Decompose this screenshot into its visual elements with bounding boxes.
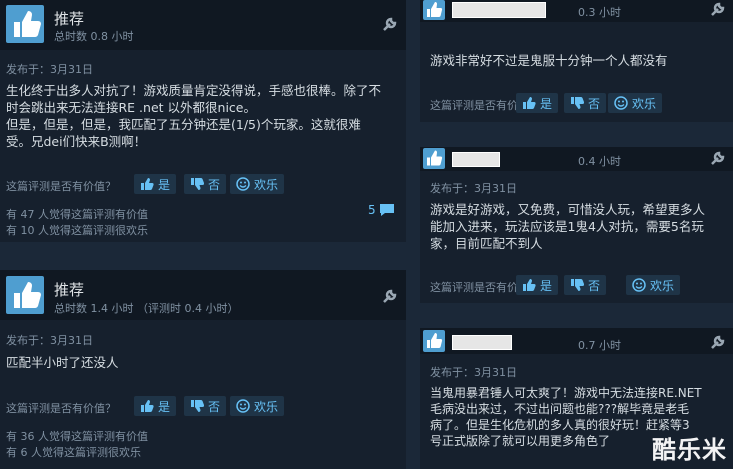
- vote-yes-button[interactable]: 是: [516, 93, 559, 113]
- thumbs-up-icon: [423, 330, 445, 352]
- vote-funny-button[interactable]: 欢乐: [230, 396, 285, 416]
- comment-icon: [379, 204, 394, 216]
- helpful-question: 这篇评测是否有价值？: [6, 180, 116, 193]
- side-review-card-1: 0.3 小时 游戏非常好不过是鬼服十分钟一个人都没有 这篇评测是否有价值？ 是 …: [420, 0, 733, 122]
- review-card-1: 推荐 总时数 0.8 小时 发布于：3月31日 生化终于出多人对抗了！游戏质量肯…: [0, 0, 406, 242]
- posted-date: 发布于：3月31日: [6, 334, 93, 347]
- playtime-hours: 0.7 小时: [578, 339, 621, 352]
- thumbs-down-icon: [191, 178, 204, 190]
- side-review-card-2: 0.4 小时 发布于：3月31日 游戏是好游戏，又免费，可惜没人玩，希望更多人 …: [420, 147, 733, 303]
- thumbs-down-icon: [191, 400, 204, 412]
- thumbs-up-icon: [141, 400, 154, 412]
- thumbs-down-icon: [571, 97, 584, 109]
- posted-date: 发布于：3月31日: [430, 182, 517, 195]
- playtime-hours: 0.4 小时: [578, 155, 621, 168]
- playtime-hours: 总时数 0.8 小时: [54, 30, 134, 43]
- vote-no-button[interactable]: 否: [564, 93, 607, 113]
- review-text: 匹配半小时了还没人: [6, 355, 119, 370]
- funny-count: 有 6 人觉得这篇评测很欢乐: [6, 446, 141, 459]
- vote-no-button[interactable]: 否: [184, 396, 227, 416]
- funny-count: 有 10 人觉得这篇评测很欢乐: [6, 224, 148, 237]
- wrench-icon[interactable]: [708, 150, 726, 168]
- thumbs-up-icon: [141, 178, 154, 190]
- wrench-icon[interactable]: [380, 288, 398, 306]
- smile-icon: [632, 278, 646, 292]
- helpful-question: 这篇评测是否有价值？: [6, 402, 116, 415]
- review-text: 游戏是好游戏，又免费，可惜没人玩，希望更多人 能加入进来，玩法应该是1鬼4人对抗…: [430, 202, 706, 251]
- vote-yes-button[interactable]: 是: [134, 396, 177, 416]
- review-text: 游戏非常好不过是鬼服十分钟一个人都没有: [430, 53, 668, 68]
- thumbs-up-icon: [523, 279, 536, 291]
- helpful-count: 有 36 人觉得这篇评测有价值: [6, 430, 148, 443]
- smile-icon: [236, 177, 250, 191]
- vote-yes-button[interactable]: 是: [134, 174, 177, 194]
- thumbs-up-icon: [423, 0, 445, 20]
- username-redacted: [452, 152, 500, 167]
- vote-no-button[interactable]: 否: [564, 275, 607, 295]
- username-redacted: [452, 335, 512, 350]
- recommendation-label[interactable]: 推荐: [54, 279, 84, 300]
- posted-date: 发布于：3月31日: [430, 366, 517, 379]
- comment-count-link[interactable]: 5: [368, 203, 395, 217]
- wrench-icon[interactable]: [380, 16, 398, 34]
- wrench-icon[interactable]: [708, 334, 726, 352]
- vote-funny-button[interactable]: 欢乐: [626, 275, 681, 295]
- thumbs-down-icon: [571, 279, 584, 291]
- posted-date: 发布于：3月31日: [6, 63, 93, 76]
- vote-no-button[interactable]: 否: [184, 174, 227, 194]
- smile-icon: [236, 399, 250, 413]
- thumbs-up-icon: [6, 5, 44, 43]
- wrench-icon[interactable]: [708, 1, 726, 19]
- thumbs-up-icon: [423, 148, 445, 169]
- recommendation-label[interactable]: 推荐: [54, 8, 84, 29]
- smile-icon: [614, 96, 628, 110]
- vote-funny-button[interactable]: 欢乐: [230, 174, 285, 194]
- playtime-hours: 0.3 小时: [578, 6, 621, 19]
- helpful-count: 有 47 人觉得这篇评测有价值: [6, 208, 148, 221]
- thumbs-up-icon: [523, 97, 536, 109]
- vote-yes-button[interactable]: 是: [516, 275, 559, 295]
- review-card-2: 推荐 总时数 1.4 小时 （评测时 0.4 小时） 发布于：3月31日 匹配半…: [0, 270, 406, 469]
- review-text: 生化终于出多人对抗了！游戏质量肯定没得说，手感也很棒。除了不 时会跳出来无法连接…: [6, 83, 382, 149]
- vote-funny-button[interactable]: 欢乐: [608, 93, 663, 113]
- playtime-hours: 总时数 1.4 小时 （评测时 0.4 小时）: [54, 302, 239, 315]
- thumbs-up-icon: [6, 276, 44, 314]
- username-redacted: [452, 2, 546, 18]
- watermark: 酷乐米: [652, 436, 727, 464]
